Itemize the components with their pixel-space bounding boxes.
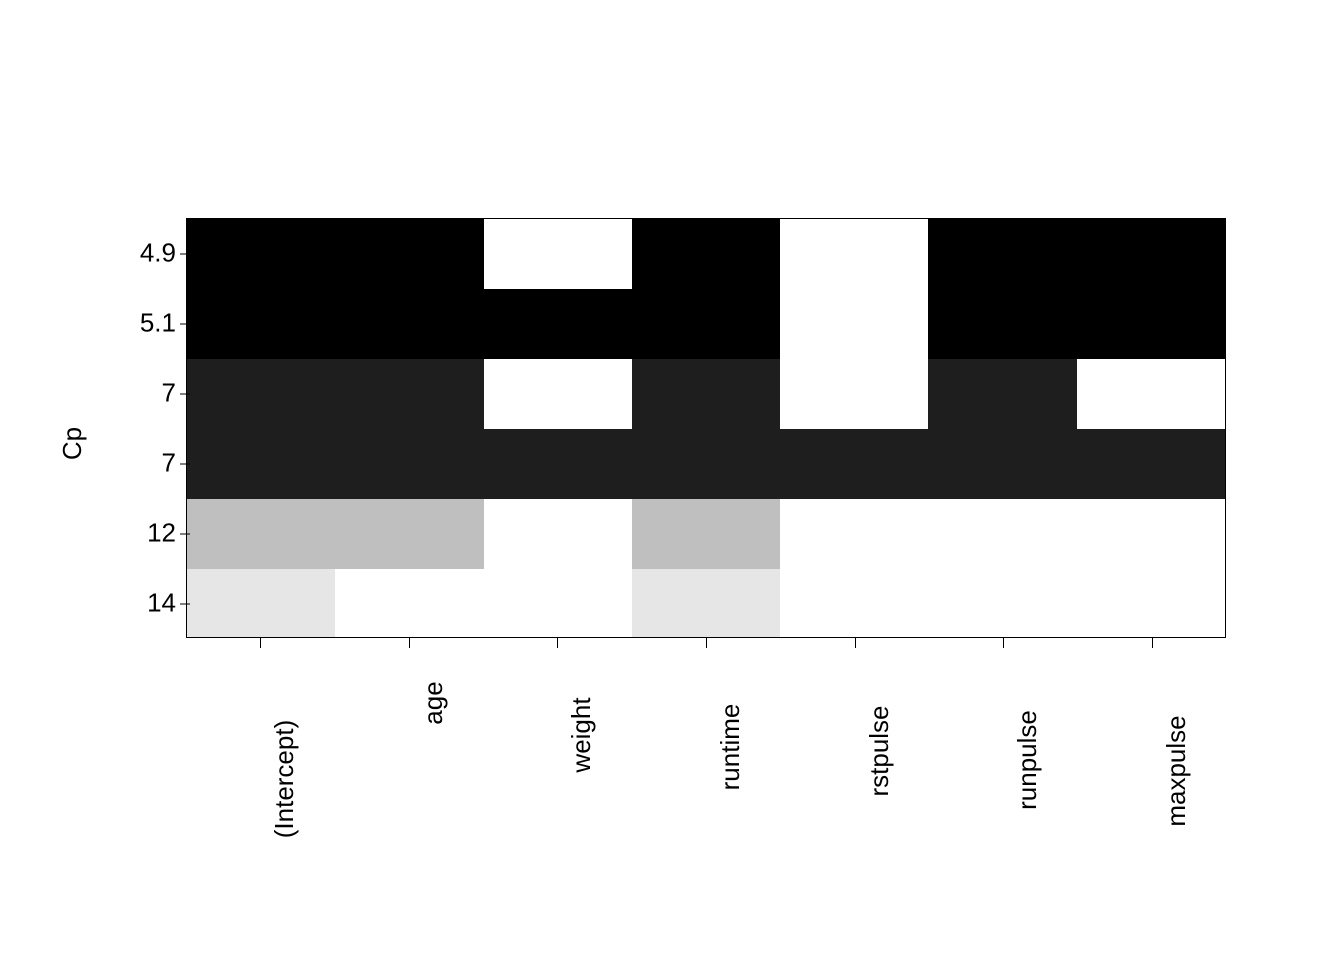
heatmap-cell (335, 289, 483, 359)
y-axis-label: Cp (57, 427, 88, 460)
y-tick-label: 4.9 (140, 238, 176, 269)
heatmap-cell (484, 429, 632, 499)
x-tick-mark (409, 638, 410, 648)
heatmap-cell (187, 289, 335, 359)
heatmap-cell (780, 429, 928, 499)
y-tick-label: 7 (162, 448, 176, 479)
heatmap-cell (187, 429, 335, 499)
heatmap-cell (335, 219, 483, 289)
heatmap-cell (187, 359, 335, 429)
chart-stage: Cp 4.9 5.1 7 7 12 14 (Intercept) age weight runti… (0, 0, 1344, 960)
heatmap-row (187, 569, 1225, 638)
x-tick-label: maxpulse (1161, 715, 1192, 826)
x-tick-label: rstpulse (864, 705, 895, 796)
heatmap-cell (484, 289, 632, 359)
x-tick-mark (557, 638, 558, 648)
x-tick-label: (Intercept) (269, 720, 300, 839)
heatmap-cell (928, 499, 1076, 569)
heatmap-cell (780, 569, 928, 638)
heatmap-cell (335, 359, 483, 429)
heatmap-cell (1077, 569, 1225, 638)
x-tick-mark (1152, 638, 1153, 648)
heatmap-cell (928, 429, 1076, 499)
heatmap-cell (335, 499, 483, 569)
heatmap-cell (1077, 429, 1225, 499)
heatmap-cell (928, 569, 1076, 638)
x-tick-label: age (418, 681, 449, 724)
heatmap-cell (187, 219, 335, 289)
x-tick-mark (706, 638, 707, 648)
heatmap-cell (1077, 219, 1225, 289)
heatmap-cell (780, 219, 928, 289)
heatmap-cell (187, 569, 335, 638)
heatmap-cell (632, 289, 780, 359)
heatmap-cell (632, 429, 780, 499)
x-tick-mark (1003, 638, 1004, 648)
heatmap-cell (780, 289, 928, 359)
x-tick-mark (855, 638, 856, 648)
heatmap-cell (632, 569, 780, 638)
x-tick-mark (260, 638, 261, 648)
heatmap-cell (1077, 499, 1225, 569)
heatmap-cell (928, 359, 1076, 429)
heatmap-cell (928, 289, 1076, 359)
heatmap-cell (484, 499, 632, 569)
heatmap-cell (1077, 289, 1225, 359)
x-tick-label: runtime (715, 704, 746, 791)
heatmap-row (187, 499, 1225, 569)
y-tick-label: 12 (147, 518, 176, 549)
heatmap-cell (187, 499, 335, 569)
heatmap-cell (928, 219, 1076, 289)
heatmap-cell (632, 219, 780, 289)
heatmap-cell (335, 569, 483, 638)
heatmap-cell (632, 359, 780, 429)
heatmap-row (187, 359, 1225, 429)
y-tick-label: 14 (147, 588, 176, 619)
x-tick-label: runpulse (1012, 710, 1043, 810)
heatmap-cell (484, 219, 632, 289)
heatmap-row (187, 219, 1225, 289)
heatmap-cell (780, 499, 928, 569)
y-tick-label: 7 (162, 378, 176, 409)
heatmap-plot (186, 218, 1226, 638)
heatmap-cell (484, 359, 632, 429)
heatmap-cell (484, 569, 632, 638)
heatmap-row (187, 289, 1225, 359)
heatmap-cell (335, 429, 483, 499)
heatmap-row (187, 429, 1225, 499)
heatmap-cell (632, 499, 780, 569)
x-tick-label: weight (566, 697, 597, 772)
y-tick-label: 5.1 (140, 308, 176, 339)
heatmap-cell (1077, 359, 1225, 429)
heatmap-cell (780, 359, 928, 429)
